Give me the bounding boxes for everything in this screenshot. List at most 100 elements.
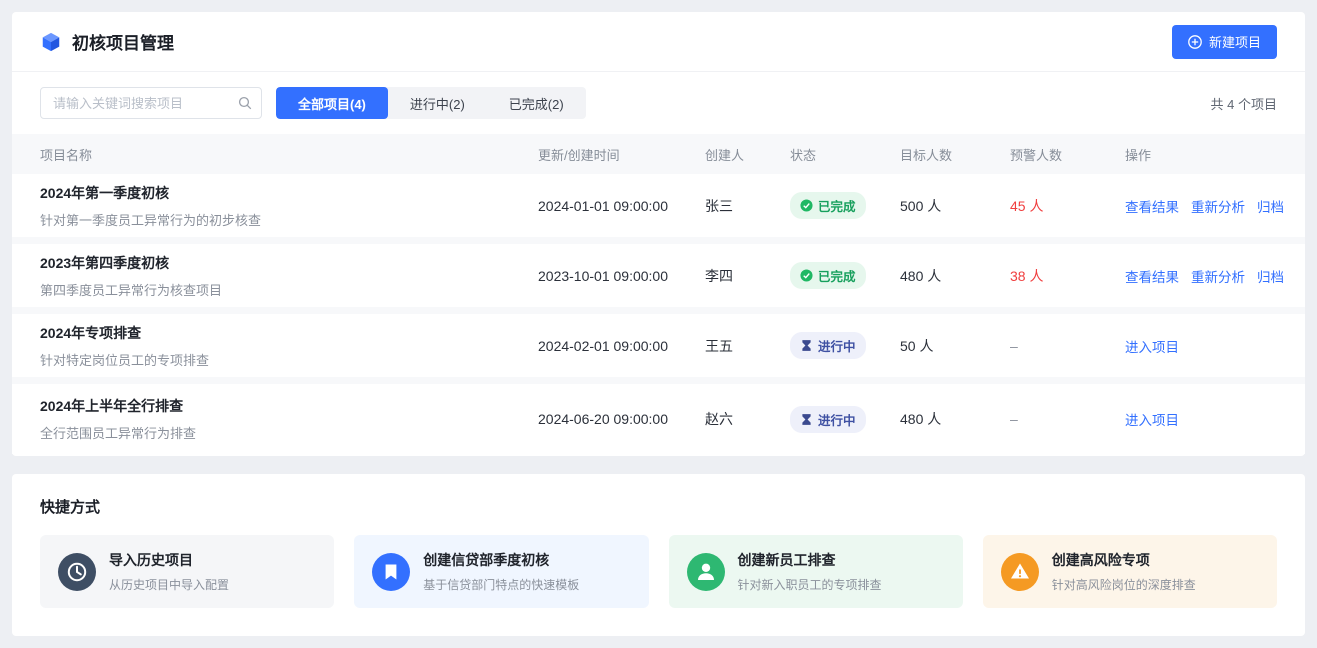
- col-header-actions: 操作: [1125, 145, 1277, 164]
- col-header-status: 状态: [790, 145, 900, 164]
- row-actions: 查看结果 重新分析 归档: [1125, 196, 1284, 216]
- history-icon: [58, 553, 96, 591]
- project-description: 第四季度员工异常行为核查项目: [40, 280, 538, 299]
- hourglass-icon: [800, 339, 813, 352]
- project-name: 2024年第一季度初核: [40, 183, 538, 203]
- col-header-time: 更新/创建时间: [538, 145, 705, 164]
- table-row: 2024年专项排查 针对特定岗位员工的专项排查 2024-02-01 09:00…: [12, 314, 1305, 384]
- project-name-cell: 2024年第一季度初核 针对第一季度员工异常行为的初步核查: [40, 183, 538, 229]
- plus-circle-icon: [1188, 35, 1202, 49]
- shortcut-text: 创建高风险专项 针对高风险岗位的深度排查: [1052, 550, 1196, 593]
- project-description: 针对第一季度员工异常行为的初步核查: [40, 210, 538, 229]
- shortcut-title: 创建信贷部季度初核: [423, 550, 579, 570]
- hourglass-icon: [800, 413, 813, 426]
- shortcut-desc: 针对高风险岗位的深度排查: [1052, 576, 1196, 593]
- tab-in-progress[interactable]: 进行中(2): [388, 87, 487, 119]
- project-description: 全行范围员工异常行为排查: [40, 423, 538, 442]
- project-time: 2024-06-20 09:00:00: [538, 411, 705, 427]
- search-box: [40, 87, 262, 119]
- archive-link[interactable]: 归档: [1257, 266, 1284, 286]
- shortcut-text: 创建新员工排查 针对新入职员工的专项排查: [738, 550, 882, 593]
- title-wrap: 初核项目管理: [40, 29, 174, 54]
- col-header-warning: 预警人数: [1010, 145, 1125, 164]
- page-header: 初核项目管理 新建项目: [12, 12, 1305, 72]
- shortcut-text: 创建信贷部季度初核 基于信贷部门特点的快速模板: [423, 550, 579, 593]
- shortcut-title: 创建高风险专项: [1052, 550, 1196, 570]
- search-icon: [238, 96, 252, 110]
- shortcut-list: 导入历史项目 从历史项目中导入配置 创建信贷部季度初核 基于信贷部门特点的快速模…: [40, 535, 1277, 608]
- shortcut-import-history[interactable]: 导入历史项目 从历史项目中导入配置: [40, 535, 334, 608]
- target-count: 480 人: [900, 409, 1010, 429]
- table-header-row: 项目名称 更新/创建时间 创建人 状态 目标人数 预警人数 操作: [12, 134, 1305, 174]
- page: 初核项目管理 新建项目 全部项目: [0, 0, 1317, 648]
- project-creator: 赵六: [705, 409, 790, 429]
- shortcut-desc: 基于信贷部门特点的快速模板: [423, 576, 579, 593]
- new-project-label: 新建项目: [1209, 32, 1261, 51]
- table-row: 2023年第四季度初核 第四季度员工异常行为核查项目 2023-10-01 09…: [12, 244, 1305, 314]
- tab-completed[interactable]: 已完成(2): [487, 87, 586, 119]
- warning-count: –: [1010, 338, 1125, 354]
- shortcut-new-staff-screening[interactable]: 创建新员工排查 针对新入职员工的专项排查: [669, 535, 963, 608]
- project-time: 2024-01-01 09:00:00: [538, 198, 705, 214]
- shortcut-desc: 从历史项目中导入配置: [109, 576, 229, 593]
- project-name-cell: 2024年专项排查 针对特定岗位员工的专项排查: [40, 323, 538, 369]
- view-results-link[interactable]: 查看结果: [1125, 196, 1179, 216]
- new-project-button[interactable]: 新建项目: [1172, 25, 1277, 59]
- warning-count: 45 人: [1010, 196, 1125, 216]
- col-header-creator: 创建人: [705, 145, 790, 164]
- project-creator: 王五: [705, 336, 790, 356]
- shortcuts-title: 快捷方式: [40, 496, 1277, 517]
- enter-project-link[interactable]: 进入项目: [1125, 409, 1179, 429]
- row-actions: 进入项目: [1125, 336, 1277, 356]
- status-cell: 进行中: [790, 332, 900, 359]
- shortcut-desc: 针对新入职员工的专项排查: [738, 576, 882, 593]
- shortcut-title: 创建新员工排查: [738, 550, 882, 570]
- status-badge: 已完成: [790, 192, 866, 219]
- target-count: 50 人: [900, 336, 1010, 356]
- warning-icon: [1001, 553, 1039, 591]
- person-icon: [687, 553, 725, 591]
- warning-count: –: [1010, 411, 1125, 427]
- project-name-cell: 2024年上半年全行排查 全行范围员工异常行为排查: [40, 396, 538, 442]
- target-count: 480 人: [900, 266, 1010, 286]
- status-cell: 进行中: [790, 406, 900, 433]
- project-time: 2023-10-01 09:00:00: [538, 268, 705, 284]
- shortcut-title: 导入历史项目: [109, 550, 229, 570]
- check-circle-icon: [800, 199, 813, 212]
- archive-link[interactable]: 归档: [1257, 196, 1284, 216]
- col-header-name: 项目名称: [40, 145, 538, 164]
- shortcut-text: 导入历史项目 从历史项目中导入配置: [109, 550, 229, 593]
- tab-all-projects[interactable]: 全部项目(4): [276, 87, 388, 119]
- project-time: 2024-02-01 09:00:00: [538, 338, 705, 354]
- table-row: 2024年第一季度初核 针对第一季度员工异常行为的初步核查 2024-01-01…: [12, 174, 1305, 244]
- check-circle-icon: [800, 269, 813, 282]
- status-badge: 已完成: [790, 262, 866, 289]
- warning-count: 38 人: [1010, 266, 1125, 286]
- project-management-card: 初核项目管理 新建项目 全部项目: [12, 12, 1305, 456]
- project-name: 2023年第四季度初核: [40, 253, 538, 273]
- project-filter-tabs: 全部项目(4) 进行中(2) 已完成(2): [276, 87, 586, 119]
- reanalyze-link[interactable]: 重新分析: [1191, 266, 1245, 286]
- reanalyze-link[interactable]: 重新分析: [1191, 196, 1245, 216]
- view-results-link[interactable]: 查看结果: [1125, 266, 1179, 286]
- status-cell: 已完成: [790, 262, 900, 289]
- row-actions: 查看结果 重新分析 归档: [1125, 266, 1284, 286]
- project-creator: 李四: [705, 266, 790, 286]
- status-badge: 进行中: [790, 406, 866, 433]
- total-count: 共 4 个项目: [1211, 94, 1277, 113]
- shortcut-high-risk-special[interactable]: 创建高风险专项 针对高风险岗位的深度排查: [983, 535, 1277, 608]
- page-title: 初核项目管理: [72, 29, 174, 54]
- status-cell: 已完成: [790, 192, 900, 219]
- table-row: 2024年上半年全行排查 全行范围员工异常行为排查 2024-06-20 09:…: [12, 384, 1305, 454]
- project-table: 项目名称 更新/创建时间 创建人 状态 目标人数 预警人数 操作 2024年第一…: [12, 134, 1305, 456]
- project-creator: 张三: [705, 196, 790, 216]
- enter-project-link[interactable]: 进入项目: [1125, 336, 1179, 356]
- shortcut-credit-dept-review[interactable]: 创建信贷部季度初核 基于信贷部门特点的快速模板: [354, 535, 648, 608]
- cube-logo-icon: [40, 31, 62, 53]
- shortcuts-card: 快捷方式 导入历史项目 从历史项目中导入配置 创: [12, 474, 1305, 636]
- search-input[interactable]: [40, 87, 262, 119]
- project-name: 2024年专项排查: [40, 323, 538, 343]
- bookmark-icon: [372, 553, 410, 591]
- project-name: 2024年上半年全行排查: [40, 396, 538, 416]
- col-header-target: 目标人数: [900, 145, 1010, 164]
